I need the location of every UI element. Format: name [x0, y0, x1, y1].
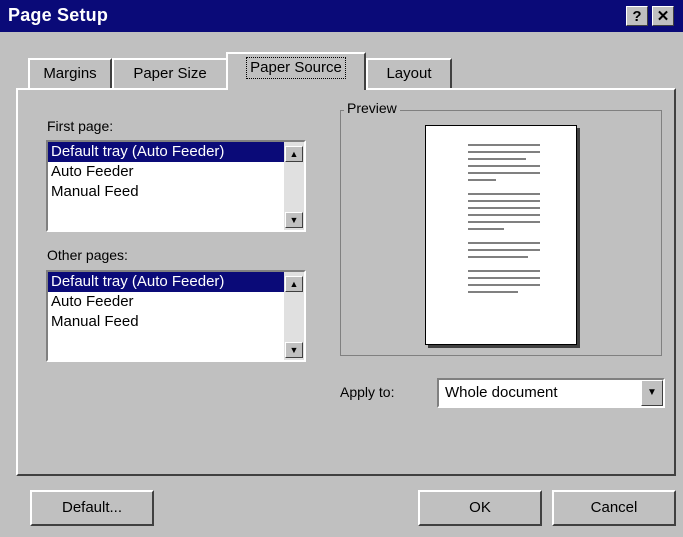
default-button[interactable]: Default... [30, 490, 154, 526]
apply-to-select[interactable]: Whole document ▼ [437, 378, 665, 408]
other-pages-listbox[interactable]: Default tray (Auto Feeder) Auto Feeder M… [46, 270, 306, 362]
scroll-up-icon[interactable]: ▲ [285, 146, 303, 162]
preview-label: Preview [344, 100, 400, 116]
tab-paper-size-label: Paper Size [133, 65, 207, 82]
list-item[interactable]: Manual Feed [48, 182, 284, 202]
list-item[interactable]: Auto Feeder [48, 162, 284, 182]
preview-text-lines [468, 144, 540, 298]
list-item[interactable]: Auto Feeder [48, 292, 284, 312]
tab-paper-source[interactable]: Paper Source [226, 52, 366, 90]
tab-layout[interactable]: Layout [366, 58, 452, 88]
other-pages-scrollbar[interactable]: ▲ ▼ [284, 272, 304, 360]
tab-layout-label: Layout [386, 65, 432, 82]
list-item[interactable]: Default tray (Auto Feeder) [48, 142, 284, 162]
tab-margins[interactable]: Margins [28, 58, 112, 88]
ok-button[interactable]: OK [418, 490, 542, 526]
tab-margins-label: Margins [43, 65, 97, 82]
window-title: Page Setup [8, 5, 109, 25]
scroll-down-icon[interactable]: ▼ [285, 212, 303, 228]
scroll-up-icon[interactable]: ▲ [285, 276, 303, 292]
apply-to-label: Apply to: [340, 384, 395, 400]
apply-to-value: Whole document [445, 384, 558, 401]
dropdown-arrow-icon[interactable]: ▼ [641, 380, 663, 406]
close-button[interactable]: ✕ [652, 6, 674, 26]
cancel-button[interactable]: Cancel [552, 490, 676, 526]
first-page-label: First page: [47, 118, 114, 134]
help-button[interactable]: ? [626, 6, 648, 26]
page-preview [425, 125, 577, 345]
tab-paper-size[interactable]: Paper Size [112, 58, 228, 88]
tab-paper-source-label: Paper Source [246, 57, 346, 79]
first-page-listbox[interactable]: Default tray (Auto Feeder) Auto Feeder M… [46, 140, 306, 232]
other-pages-label: Other pages: [47, 247, 128, 263]
list-item[interactable]: Manual Feed [48, 312, 284, 332]
scroll-down-icon[interactable]: ▼ [285, 342, 303, 358]
first-page-scrollbar[interactable]: ▲ ▼ [284, 142, 304, 230]
list-item[interactable]: Default tray (Auto Feeder) [48, 272, 284, 292]
title-bar: Page Setup ? ✕ [0, 0, 683, 32]
